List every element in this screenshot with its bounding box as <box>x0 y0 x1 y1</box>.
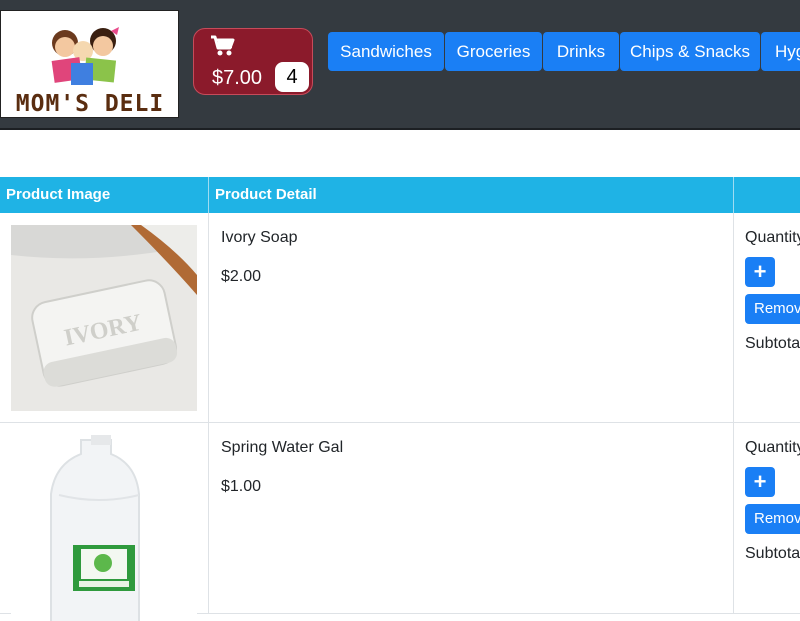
cart-table-header: Product Image Product Detail <box>0 177 800 213</box>
nav-groceries-button[interactable]: Groceries <box>445 32 542 71</box>
nav-chips-snacks-button[interactable]: Chips & Snacks <box>620 32 760 71</box>
nav-sandwiches-button[interactable]: Sandwiches <box>328 32 444 71</box>
product-detail-cell: Ivory Soap $2.00 <box>209 213 734 422</box>
column-header-product-image: Product Image <box>0 177 209 213</box>
table-row: Spring Water Gal $1.00 Quantity + Remove… <box>0 423 800 621</box>
nav-drinks-button[interactable]: Drinks <box>543 32 619 71</box>
product-name: Spring Water Gal <box>221 439 344 456</box>
product-image-cell: IVORY <box>0 213 209 422</box>
product-price: $2.00 <box>221 268 262 285</box>
subtotal-label: Subtotal <box>745 335 800 352</box>
product-price: $1.00 <box>221 478 262 495</box>
cart-count-badge: 4 <box>275 62 309 92</box>
kids-reading-logo-image <box>51 27 119 85</box>
product-detail-cell: Spring Water Gal $1.00 <box>209 423 734 613</box>
remove-item-button[interactable]: Remove <box>745 504 800 534</box>
cart-total: $7.00 <box>212 67 263 89</box>
product-actions-cell: Quantity + Remove Subtotal <box>734 423 800 613</box>
increase-quantity-button[interactable]: + <box>745 257 775 287</box>
subtotal-label: Subtotal <box>745 545 800 562</box>
nav-hygiene-button[interactable]: Hyg <box>761 32 800 71</box>
remove-item-button[interactable]: Remove <box>745 294 800 324</box>
increase-quantity-button[interactable]: + <box>745 467 775 497</box>
product-name: Ivory Soap <box>221 229 298 246</box>
quantity-label: Quantity <box>745 439 800 456</box>
shopping-cart-icon <box>211 35 235 56</box>
column-header-product-detail: Product Detail <box>209 177 734 213</box>
product-image-cell <box>0 423 209 621</box>
spring-water-gallon-product-image <box>11 435 197 621</box>
product-actions-cell: Quantity + Remove Subtotal <box>734 213 800 422</box>
ivory-soap-product-image: IVORY <box>11 225 197 411</box>
top-navbar: MOM'S DELI $7.00 4 Sandwiches Groceries … <box>0 0 800 130</box>
cart-button[interactable]: $7.00 4 <box>193 28 313 95</box>
logo-wordmark: MOM'S DELI <box>15 91 165 117</box>
table-row: IVORY Ivory Soap $2.00 Quantity + Remove… <box>0 213 800 423</box>
brand-logo[interactable]: MOM'S DELI <box>0 10 179 118</box>
quantity-label: Quantity <box>745 229 800 246</box>
column-header-actions <box>734 177 800 213</box>
